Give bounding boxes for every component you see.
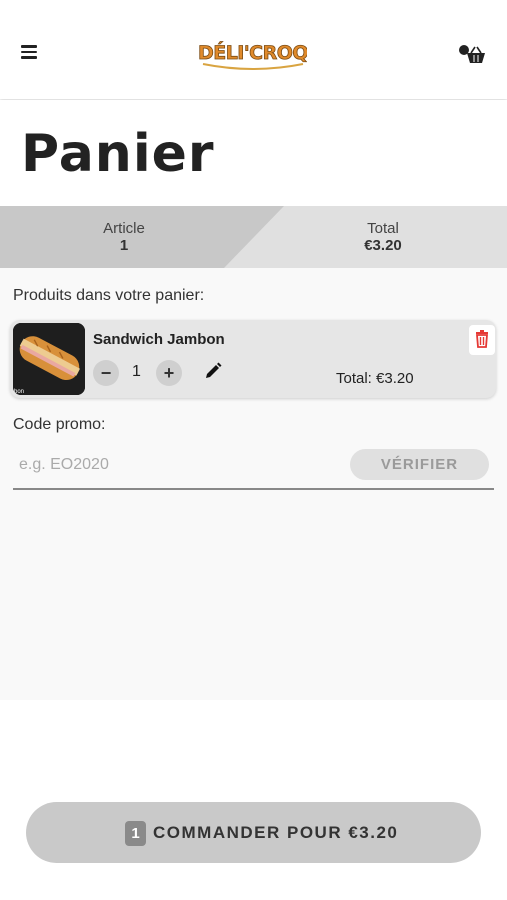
order-count-badge: 1 (125, 821, 146, 846)
item-total: Total: €3.20 (336, 370, 414, 387)
cart-item-card: bon Sandwich Jambon − 1 + Total: €3.20 (10, 320, 496, 398)
app-header: DÉLI'CROQ (0, 0, 507, 99)
cart-summary-bar: Article 1 Total €3.20 (0, 206, 507, 268)
promo-code-input[interactable] (13, 447, 355, 483)
image-caption: bon (14, 389, 24, 395)
total-label: Total (367, 220, 399, 237)
order-button-label: COMMANDER POUR €3.20 (153, 823, 399, 842)
article-label: Article (103, 220, 145, 237)
deli-croq-logo[interactable]: DÉLI'CROQ (198, 34, 309, 72)
trash-icon (476, 330, 488, 348)
basket-icon[interactable] (457, 42, 487, 66)
total-block: Total €3.20 (263, 220, 503, 254)
delete-item-button[interactable] (469, 325, 495, 355)
hamburger-menu-icon[interactable] (21, 45, 37, 59)
item-name: Sandwich Jambon (93, 331, 225, 348)
page-title: Panier (21, 124, 215, 184)
promo-underline (13, 488, 494, 490)
article-count-block: Article 1 (4, 220, 244, 254)
lower-background (0, 700, 507, 900)
decrement-button[interactable]: − (93, 360, 119, 386)
verify-button[interactable]: VÉRIFIER (350, 449, 489, 480)
products-section-label: Produits dans votre panier: (13, 287, 205, 304)
increment-button[interactable]: + (156, 360, 182, 386)
quantity-value: 1 (132, 363, 141, 380)
product-image[interactable]: bon (13, 323, 85, 395)
order-button[interactable]: 1 COMMANDER POUR €3.20 (26, 802, 481, 863)
svg-text:DÉLI'CROQ: DÉLI'CROQ (199, 41, 307, 64)
promo-code-label: Code promo: (13, 416, 106, 433)
pencil-icon[interactable] (203, 361, 223, 381)
total-value: €3.20 (364, 237, 402, 254)
article-value: 1 (119, 237, 129, 254)
